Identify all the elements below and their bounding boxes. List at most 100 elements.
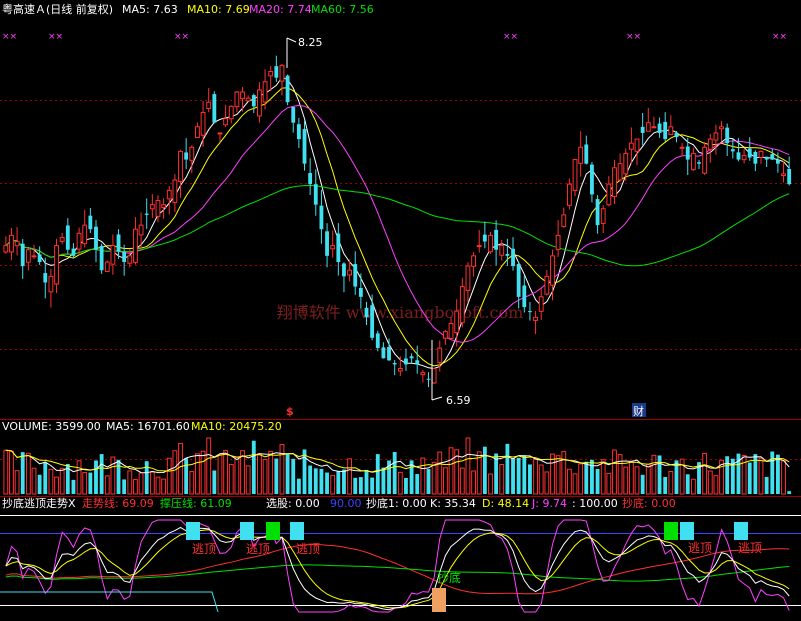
volume-bar [206, 437, 212, 495]
signal-block [290, 522, 304, 540]
volume-bar [775, 454, 780, 494]
candle-body [133, 228, 138, 263]
volume-bar [313, 468, 318, 494]
candle-body [88, 215, 93, 230]
pressure-line-label: 撑压线: 61.09 [160, 496, 232, 510]
candle-body [166, 189, 172, 200]
volume-bar [308, 465, 313, 494]
volume-bar [617, 454, 623, 495]
volume-bar [155, 476, 161, 495]
candle-body [274, 66, 279, 78]
volume-bar [43, 462, 48, 494]
volume-bar [685, 474, 690, 494]
candle-body [257, 89, 262, 117]
volume-bar [612, 449, 617, 495]
volume-bar [431, 461, 437, 495]
volume-bar [448, 447, 454, 495]
hundred-label: : 100.00 [572, 497, 618, 510]
candle-body [155, 200, 161, 217]
candle-body [387, 346, 391, 361]
volume-bar [787, 491, 792, 494]
candle-body [494, 229, 499, 250]
candle-body [127, 255, 133, 264]
signal-block [734, 522, 748, 540]
candle-body [442, 331, 448, 339]
volume-bar [600, 459, 606, 495]
volume-bar [606, 472, 612, 495]
volume-bar [217, 454, 223, 495]
volume-bar [770, 451, 775, 494]
volume-bar [54, 476, 59, 495]
volume-bar [189, 470, 195, 495]
escape-top-label: 逃顶 [738, 541, 762, 555]
volume-bar [533, 458, 538, 495]
candle-body [397, 368, 403, 372]
candle-body [48, 275, 54, 293]
volume-bar [257, 453, 262, 495]
candle-body [37, 254, 42, 263]
volume-bar [302, 449, 307, 494]
candle-body [94, 226, 98, 250]
volume-bar [149, 471, 155, 495]
candle-body [336, 233, 341, 263]
candle-body [353, 264, 358, 287]
candle-body [409, 356, 414, 359]
volume-bar [9, 450, 14, 495]
volume-bar [195, 453, 200, 495]
volume-bar [178, 442, 183, 495]
volume-bar [758, 457, 764, 495]
volume-bar [657, 455, 662, 494]
volume-bar [223, 450, 229, 495]
volume-bar [640, 474, 645, 494]
volume-bar [668, 471, 674, 495]
ma10-label: MA10: 7.69 [187, 3, 250, 16]
volume-bar [3, 449, 9, 495]
candle-body [420, 372, 426, 376]
volume-bar [172, 450, 178, 495]
candle-body [736, 152, 741, 160]
candle-body [144, 213, 149, 215]
candle-body [240, 91, 245, 100]
candle-body [566, 183, 572, 206]
low-price-label: 6.59 [446, 394, 471, 407]
x-mark: ×× [48, 32, 63, 42]
candle-body [82, 224, 88, 245]
candle-body [476, 245, 482, 248]
volume-bar [522, 455, 527, 494]
volume-bar [245, 465, 251, 495]
candle-body [628, 142, 634, 150]
volume-bar [347, 458, 353, 495]
bottom-signal-block [432, 588, 446, 612]
volume-bar [488, 473, 493, 495]
candle-body [634, 138, 640, 152]
volume-bar [392, 451, 397, 494]
x-mark: ×× [772, 32, 787, 42]
volume-bar [516, 457, 521, 494]
volume-bar [25, 452, 31, 495]
volume-bar [325, 472, 329, 494]
marker-s: $ [286, 405, 294, 418]
escape-top-label: 逃顶 [296, 542, 320, 556]
candle-body [426, 378, 431, 380]
candle-body [99, 245, 104, 271]
volume-bar [404, 477, 408, 494]
candle-body [206, 101, 212, 110]
candle-body [459, 286, 465, 324]
volume-bar [296, 478, 301, 494]
candle-body [200, 111, 206, 136]
x-mark: ×× [2, 32, 17, 42]
candle-body [268, 70, 274, 77]
volume-bar [82, 472, 88, 495]
candle-body [76, 232, 82, 250]
volume-bar [578, 463, 584, 495]
volume-bar [471, 470, 476, 495]
candle-body [685, 146, 690, 160]
volume-bar [634, 466, 640, 495]
volume-bar [76, 460, 82, 495]
candle-body [544, 275, 550, 295]
volume-header: VOLUME: 3599.00 MA5: 16701.60 MA10: 2047… [2, 420, 282, 433]
volume-bar [595, 469, 600, 494]
candle-body [437, 347, 443, 364]
ma5-label: MA5: 7.63 [122, 3, 178, 16]
signal-block [186, 522, 200, 540]
